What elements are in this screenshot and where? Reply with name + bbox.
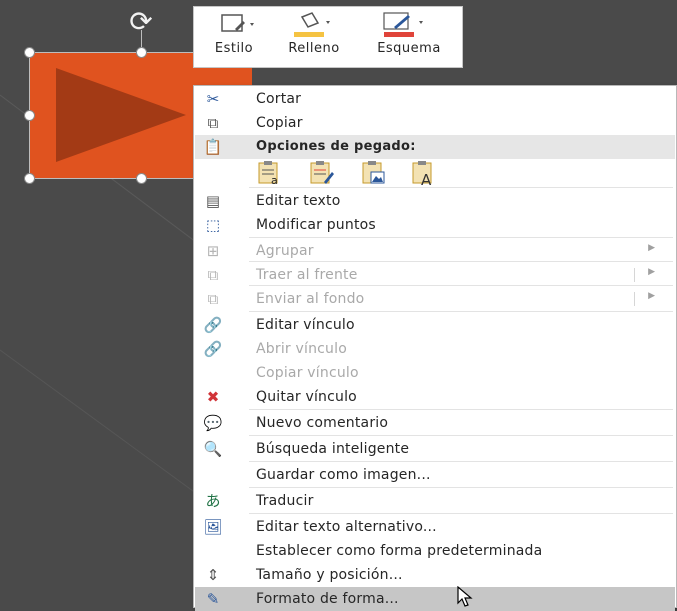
paste-text-only-icon[interactable]: A [410,160,438,189]
outline-label: Esquema [377,41,441,56]
paste-icon: 📋 [203,138,223,156]
menu-item-smart-lookup[interactable]: 🔍 Búsqueda inteligente [195,435,675,461]
format-shape-icon: ✎ [206,590,220,608]
submenu-arrow-icon: ▶ [648,267,655,277]
send-back-icon: ⧉ [207,290,219,308]
alt-text-icon: 🖼 [203,518,223,536]
menu-item-label: Cortar [256,91,302,107]
outline-button[interactable]: Esquema [364,11,454,65]
menu-item-remove-link[interactable]: ✖ Quitar vínculo [195,385,675,409]
scissors-icon: ✂ [206,90,220,108]
menu-item-edit-link[interactable]: 🔗 Editar vínculo [195,311,675,337]
menu-item-label: Editar vínculo [256,317,355,333]
edit-points-icon: ⬚ [205,216,221,234]
menu-item-copy-link: Copiar vínculo [195,361,675,385]
resize-handle-bottom-center[interactable] [136,173,147,184]
menu-item-edit-text[interactable]: ▤ Editar texto [195,187,675,213]
menu-item-size-position[interactable]: ⇕ Tamaño y posición... [195,563,675,587]
copy-icon: ⧉ [207,114,219,132]
menu-item-label: Opciones de pegado: [256,139,416,154]
menu-item-label: Abrir vínculo [256,341,347,357]
menu-item-edit-points[interactable]: ⬚ Modificar puntos [195,213,675,237]
menu-item-send-back: ⧉ Enviar al fondo ▶ [195,285,675,311]
resize-handle-middle-left[interactable] [24,110,35,121]
menu-item-label: Copiar vínculo [256,365,359,381]
menu-item-format-shape[interactable]: ✎ Formato de forma... [195,587,675,611]
style-button[interactable]: Estilo [204,11,264,65]
triangle-shape[interactable] [56,68,186,162]
menu-item-translate[interactable]: あ Traducir [195,487,675,513]
menu-item-label: Tamaño y posición... [256,567,403,583]
paint-bucket-icon [274,11,354,41]
menu-item-label: Editar texto [256,193,341,209]
menu-item-label: Traducir [256,493,314,509]
paste-destination-theme-icon[interactable] [308,160,336,186]
submenu-arrow-icon: ▶ [648,291,655,301]
menu-item-label: Traer al frente [256,267,358,283]
paste-picture-icon[interactable] [360,160,388,186]
edit-text-icon: ▤ [205,192,221,210]
resize-handle-top-left[interactable] [24,47,35,58]
menu-item-label: Formato de forma... [256,591,399,607]
pen-outline-icon [364,11,454,41]
mini-toolbar: Estilo Relleno Esquema [193,6,463,68]
mouse-pointer-icon [457,586,473,607]
menu-item-bring-front: ⧉ Traer al frente ▶ [195,261,675,287]
submenu-arrow-icon: ▶ [648,243,655,253]
open-link-icon: 🔗 [203,340,223,358]
menu-item-copy[interactable]: ⧉ Copiar [195,111,675,135]
menu-item-label: Búsqueda inteligente [256,441,410,457]
context-menu: ✂ Cortar ⧉ Copiar 📋 Opciones de pegado: … [193,85,677,611]
svg-text:A: A [421,171,432,186]
paste-keep-source-icon[interactable]: a [256,160,284,187]
rotate-handle-icon[interactable]: ⟳ [123,6,159,38]
bring-front-icon: ⧉ [207,266,219,284]
group-icon: ⊞ [206,242,220,260]
comment-icon: 💬 [203,414,223,432]
menu-item-new-comment[interactable]: 💬 Nuevo comentario [195,409,675,435]
menu-item-set-default-shape[interactable]: Establecer como forma predeterminada [195,539,675,563]
svg-text:a: a [271,174,278,186]
menu-item-label: Quitar vínculo [256,389,357,405]
remove-link-icon: ✖ [206,388,220,406]
fill-button[interactable]: Relleno [274,11,354,65]
menu-item-save-as-picture[interactable]: Guardar como imagen... [195,461,675,487]
link-icon: 🔗 [203,316,223,334]
outline-color-swatch [384,32,414,37]
menu-item-group: ⊞ Agrupar ▶ [195,237,675,263]
style-label: Estilo [214,41,254,56]
menu-item-label: Establecer como forma predeterminada [256,543,543,559]
split-divider [634,268,635,282]
smart-lookup-icon: 🔍 [203,440,223,458]
menu-item-label: Agrupar [256,243,314,259]
menu-item-label: Guardar como imagen... [256,467,431,483]
split-divider [634,292,635,306]
resize-handle-top-center[interactable] [136,47,147,58]
menu-paste-options-header: 📋 Opciones de pegado: [195,135,675,159]
menu-item-label: Modificar puntos [256,217,376,233]
size-position-icon: ⇕ [206,566,220,584]
menu-item-label: Enviar al fondo [256,291,365,307]
menu-item-edit-alt-text[interactable]: 🖼 Editar texto alternativo... [195,513,675,539]
resize-handle-bottom-left[interactable] [24,173,35,184]
fill-label: Relleno [288,41,340,56]
menu-item-label: Nuevo comentario [256,415,389,431]
menu-item-open-link: 🔗 Abrir vínculo [195,337,675,361]
menu-item-label: Editar texto alternativo... [256,519,437,535]
shape-style-icon [204,11,264,41]
translate-icon: あ [205,492,221,510]
fill-color-swatch [294,32,324,37]
menu-item-cut[interactable]: ✂ Cortar [195,87,675,111]
menu-item-label: Copiar [256,115,303,131]
